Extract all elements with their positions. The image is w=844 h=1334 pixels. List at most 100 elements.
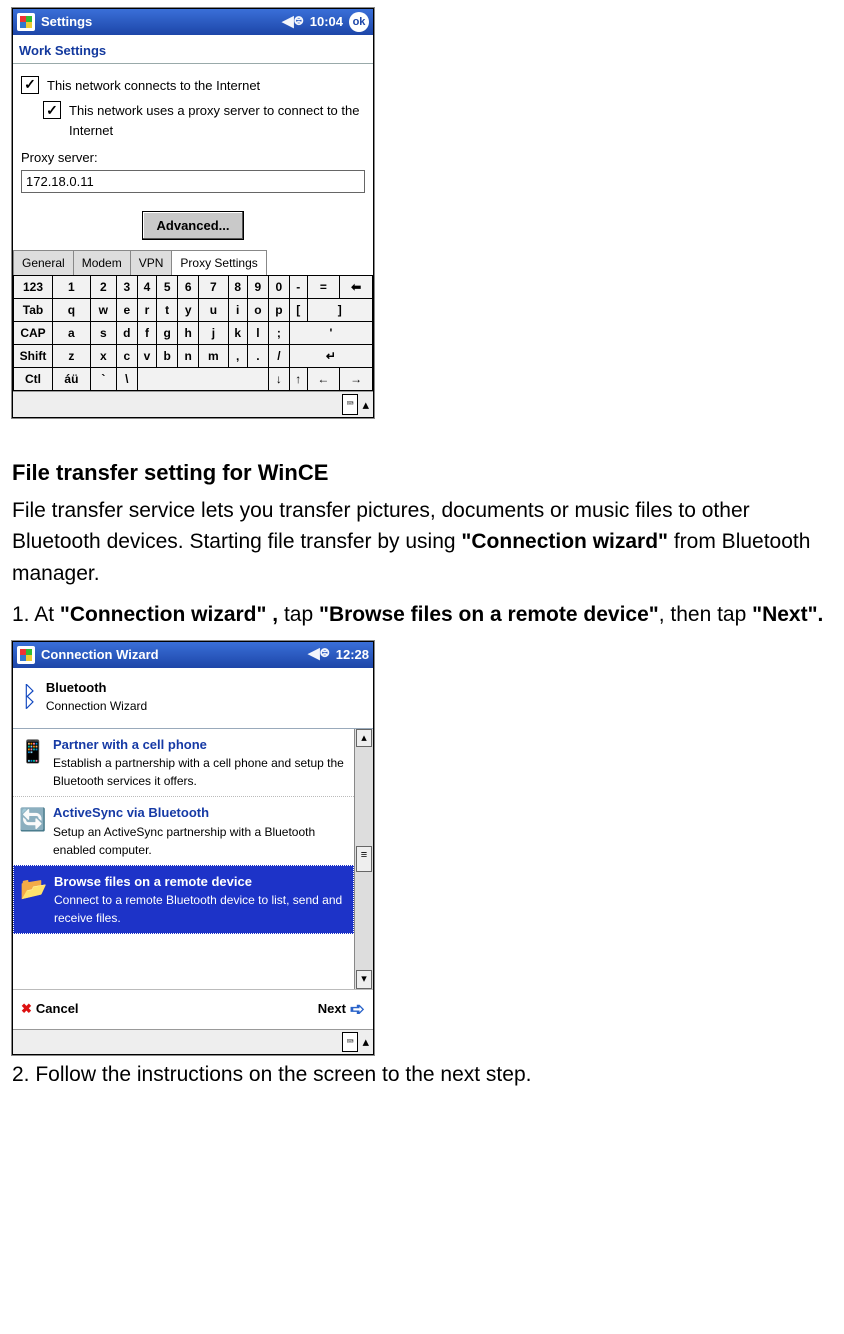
checkbox-proxy[interactable]: ✓ xyxy=(43,101,61,119)
key-v[interactable]: v xyxy=(137,345,156,368)
soft-keyboard[interactable]: 123 1 2 3 4 5 6 7 8 9 0 - = ⬅ Tab q w e … xyxy=(13,275,373,391)
cancel-button[interactable]: ✖ Cancel xyxy=(21,996,79,1023)
key-o[interactable]: o xyxy=(247,299,268,322)
check-proxy-row: ✓ This network uses a proxy server to co… xyxy=(43,101,365,140)
keyboard-toggle-icon[interactable]: ⌨ xyxy=(342,1032,359,1053)
settings-tabs: General Modem VPN Proxy Settings xyxy=(13,250,373,275)
key-slash[interactable]: / xyxy=(268,345,289,368)
doc-step-1: 1. At "Connection wizard" , tap "Browse … xyxy=(12,599,832,631)
key-c[interactable]: c xyxy=(116,345,137,368)
scroll-down-icon[interactable]: ▾ xyxy=(356,970,372,989)
wizard-header: ᛒ Bluetooth Connection Wizard xyxy=(13,668,373,729)
key-w[interactable]: w xyxy=(90,299,116,322)
key-semi[interactable]: ; xyxy=(268,322,289,345)
key-apos[interactable]: ' xyxy=(289,322,372,345)
key-tab[interactable]: Tab xyxy=(14,299,53,322)
key-a[interactable]: a xyxy=(53,322,91,345)
wizard-item-browse-files[interactable]: 📂 Browse files on a remote device Connec… xyxy=(13,865,354,935)
key-k[interactable]: k xyxy=(228,322,247,345)
key-b[interactable]: b xyxy=(157,345,178,368)
key-s[interactable]: s xyxy=(90,322,116,345)
key-6[interactable]: 6 xyxy=(178,276,199,299)
titlebar-clock: 10:04 xyxy=(310,12,343,32)
key-q[interactable]: q xyxy=(53,299,91,322)
key-5[interactable]: 5 xyxy=(157,276,178,299)
key-shift[interactable]: Shift xyxy=(14,345,53,368)
tab-proxy[interactable]: Proxy Settings xyxy=(171,250,266,275)
tab-general[interactable]: General xyxy=(13,250,74,275)
key-i[interactable]: i xyxy=(228,299,247,322)
key-g[interactable]: g xyxy=(157,322,178,345)
key-r[interactable]: r xyxy=(137,299,156,322)
key-space[interactable] xyxy=(137,368,268,391)
key-enter[interactable]: ↵ xyxy=(289,345,372,368)
sip-bar: ⌨ ▴ xyxy=(13,391,373,417)
wizard-item-activesync[interactable]: 🔄 ActiveSync via Bluetooth Setup an Acti… xyxy=(13,796,354,865)
titlebar-clock: 12:28 xyxy=(336,645,369,665)
wizard-scrollbar[interactable]: ▴ ≡ ▾ xyxy=(354,729,373,989)
key-right[interactable]: → xyxy=(340,368,373,391)
scroll-up-icon[interactable]: ▴ xyxy=(356,729,372,748)
key-d[interactable]: d xyxy=(116,322,137,345)
scroll-thumb[interactable]: ≡ xyxy=(356,846,372,872)
check-internet-row: ✓ This network connects to the Internet xyxy=(21,76,365,96)
key-up[interactable]: ↑ xyxy=(289,368,307,391)
advanced-button[interactable]: Advanced... xyxy=(142,211,245,241)
sip-up-icon[interactable]: ▴ xyxy=(362,395,369,415)
section-title: Work Settings xyxy=(13,35,373,64)
key-8[interactable]: 8 xyxy=(228,276,247,299)
checkbox-internet[interactable]: ✓ xyxy=(21,76,39,94)
wizard-item-cellphone[interactable]: 📱 Partner with a cell phone Establish a … xyxy=(13,729,354,797)
key-down[interactable]: ↓ xyxy=(268,368,289,391)
key-cap[interactable]: CAP xyxy=(14,322,53,345)
key-9[interactable]: 9 xyxy=(247,276,268,299)
key-eq[interactable]: = xyxy=(307,276,340,299)
key-backslash[interactable]: \ xyxy=(116,368,137,391)
key-f[interactable]: f xyxy=(137,322,156,345)
volume-icon[interactable]: ◀᳂ xyxy=(282,11,304,34)
key-m[interactable]: m xyxy=(199,345,228,368)
key-x[interactable]: x xyxy=(90,345,116,368)
key-u[interactable]: u xyxy=(199,299,228,322)
key-intl[interactable]: áü xyxy=(53,368,91,391)
tab-vpn[interactable]: VPN xyxy=(130,250,173,275)
key-backspace[interactable]: ⬅ xyxy=(340,276,373,299)
volume-icon[interactable]: ◀᳂ xyxy=(308,643,330,666)
key-comma[interactable]: , xyxy=(228,345,247,368)
key-0[interactable]: 0 xyxy=(268,276,289,299)
proxy-server-input[interactable] xyxy=(21,170,365,193)
tab-modem[interactable]: Modem xyxy=(73,250,131,275)
next-button[interactable]: Next ➪ xyxy=(318,996,365,1023)
key-y[interactable]: y xyxy=(178,299,199,322)
keyboard-toggle-icon[interactable]: ⌨ xyxy=(342,394,359,415)
key-7[interactable]: 7 xyxy=(199,276,228,299)
proxy-server-label: Proxy server: xyxy=(21,148,365,168)
key-2[interactable]: 2 xyxy=(90,276,116,299)
key-l[interactable]: l xyxy=(247,322,268,345)
titlebar-title: Connection Wizard xyxy=(41,645,302,665)
key-dash[interactable]: - xyxy=(289,276,307,299)
key-n[interactable]: n xyxy=(178,345,199,368)
key-left[interactable]: ← xyxy=(307,368,340,391)
start-logo-icon[interactable] xyxy=(17,646,35,664)
key-t[interactable]: t xyxy=(157,299,178,322)
start-logo-icon[interactable] xyxy=(17,13,35,31)
sip-up-icon[interactable]: ▴ xyxy=(362,1032,369,1052)
key-h[interactable]: h xyxy=(178,322,199,345)
key-j[interactable]: j xyxy=(199,322,228,345)
key-4[interactable]: 4 xyxy=(137,276,156,299)
key-z[interactable]: z xyxy=(53,345,91,368)
key-rbrack[interactable]: ] xyxy=(307,299,373,322)
key-grave[interactable]: ` xyxy=(90,368,116,391)
key-1[interactable]: 1 xyxy=(53,276,91,299)
key-dot[interactable]: . xyxy=(247,345,268,368)
titlebar-title: Settings xyxy=(41,12,276,32)
ok-button[interactable]: ok xyxy=(349,12,369,32)
key-ctl[interactable]: Ctl xyxy=(14,368,53,391)
key-lbrack[interactable]: [ xyxy=(289,299,307,322)
key-123[interactable]: 123 xyxy=(14,276,53,299)
key-p[interactable]: p xyxy=(268,299,289,322)
key-3[interactable]: 3 xyxy=(116,276,137,299)
key-e[interactable]: e xyxy=(116,299,137,322)
screenshot-settings-proxy: Settings ◀᳂ 10:04 ok Work Settings ✓ Thi… xyxy=(12,8,374,418)
